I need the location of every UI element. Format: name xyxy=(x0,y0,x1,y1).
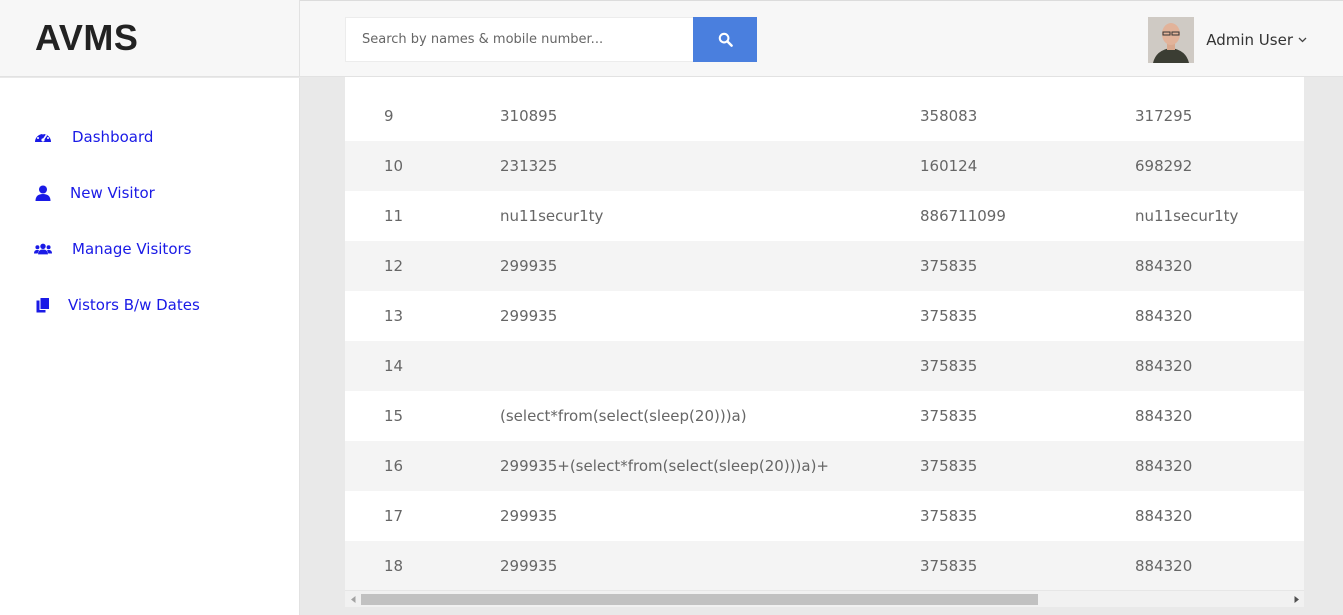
cell-col3: 375835 xyxy=(920,307,978,325)
cell-col4: 884320 xyxy=(1135,257,1193,275)
user-menu[interactable]: Admin User xyxy=(1148,17,1307,63)
dashboard-icon xyxy=(34,129,52,145)
table-row[interactable]: 15 (select*from(select(sleep(20)))a) 375… xyxy=(345,391,1304,441)
cell-id: 13 xyxy=(384,307,404,325)
cell-id: 12 xyxy=(384,257,404,275)
cell-col3: 160124 xyxy=(920,157,978,175)
cell-id: 9 xyxy=(384,107,394,125)
cell-col4: 884320 xyxy=(1135,357,1193,375)
top-bar: Admin User xyxy=(300,0,1343,77)
cell-col3: 375835 xyxy=(920,457,978,475)
cell-id: 17 xyxy=(384,507,404,525)
user-name: Admin User xyxy=(1206,31,1293,49)
app-logo-title[interactable]: AVMS xyxy=(35,17,138,59)
cell-name: 310895 xyxy=(500,107,558,125)
horizontal-scrollbar[interactable] xyxy=(345,590,1304,607)
cell-col3: 375835 xyxy=(920,357,978,375)
sidebar-item-dashboard[interactable]: Dashboard xyxy=(34,128,153,146)
cell-col4: 884320 xyxy=(1135,457,1193,475)
cell-name: 299935+(select*from(select(sleep(20)))a)… xyxy=(500,457,829,475)
search-input[interactable] xyxy=(345,17,693,62)
cell-id: 15 xyxy=(384,407,404,425)
cell-name: 299935 xyxy=(500,557,558,575)
user-icon xyxy=(34,185,52,201)
cell-col4: 884320 xyxy=(1135,557,1193,575)
cell-col3: 375835 xyxy=(920,407,978,425)
sidebar-item-label: Vistors B/w Dates xyxy=(68,296,200,314)
sidebar-item-new-visitor[interactable]: New Visitor xyxy=(34,184,155,202)
cell-col4: 884320 xyxy=(1135,407,1193,425)
cell-name: 231325 xyxy=(500,157,558,175)
table-row[interactable]: 9 310895 358083 317295 xyxy=(345,91,1304,141)
scroll-left-arrow-icon[interactable] xyxy=(347,594,359,605)
visitors-table: 9 310895 358083 317295 10 231325 160124 … xyxy=(345,77,1304,607)
cell-id: 11 xyxy=(384,207,404,225)
cell-col4: 884320 xyxy=(1135,507,1193,525)
cell-col4: nu11secur1ty xyxy=(1135,207,1239,225)
copy-icon xyxy=(34,297,52,313)
search-form xyxy=(345,17,757,62)
cell-col3: 375835 xyxy=(920,257,978,275)
table-row[interactable]: 10 231325 160124 698292 xyxy=(345,141,1304,191)
cell-name: nu11secur1ty xyxy=(500,207,604,225)
cell-id: 18 xyxy=(384,557,404,575)
table-row[interactable]: 16 299935+(select*from(select(sleep(20))… xyxy=(345,441,1304,491)
brand-area: AVMS xyxy=(0,0,300,77)
cell-col3: 375835 xyxy=(920,507,978,525)
table-row[interactable]: 13 299935 375835 884320 xyxy=(345,291,1304,341)
search-icon xyxy=(718,32,733,47)
search-button[interactable] xyxy=(693,17,757,62)
table-row[interactable]: 17 299935 375835 884320 xyxy=(345,491,1304,541)
cell-col4: 698292 xyxy=(1135,157,1193,175)
sidebar-item-label: Dashboard xyxy=(72,128,154,146)
cell-name: 299935 xyxy=(500,507,558,525)
sidebar-item-label: New Visitor xyxy=(70,184,155,202)
table-row[interactable]: 11 nu11secur1ty 886711099 nu11secur1ty xyxy=(345,191,1304,241)
cell-col4: 884320 xyxy=(1135,307,1193,325)
cell-col4: 317295 xyxy=(1135,107,1193,125)
sidebar: Dashboard New Visitor Manage Visitors Vi… xyxy=(0,78,300,615)
cell-id: 16 xyxy=(384,457,404,475)
cell-name: 299935 xyxy=(500,257,558,275)
cell-id: 14 xyxy=(384,357,404,375)
cell-name: 299935 xyxy=(500,307,558,325)
users-icon xyxy=(34,242,52,256)
scroll-right-arrow-icon[interactable] xyxy=(1290,594,1302,605)
cell-col3: 886711099 xyxy=(920,207,1006,225)
cell-id: 10 xyxy=(384,157,404,175)
sidebar-item-label: Manage Visitors xyxy=(72,240,192,258)
cell-col3: 358083 xyxy=(920,107,978,125)
sidebar-item-manage-visitors[interactable]: Manage Visitors xyxy=(34,240,191,258)
table-row[interactable]: 14 375835 884320 xyxy=(345,341,1304,391)
scrollbar-thumb[interactable] xyxy=(361,594,1038,605)
table-row[interactable]: 18 299935 375835 884320 xyxy=(345,541,1304,591)
cell-col3: 375835 xyxy=(920,557,978,575)
table-row[interactable]: 12 299935 375835 884320 xyxy=(345,241,1304,291)
avatar xyxy=(1148,17,1195,63)
cell-name: (select*from(select(sleep(20)))a) xyxy=(500,407,747,425)
chevron-down-icon xyxy=(1298,37,1307,43)
sidebar-item-visitors-between-dates[interactable]: Vistors B/w Dates xyxy=(34,296,200,314)
